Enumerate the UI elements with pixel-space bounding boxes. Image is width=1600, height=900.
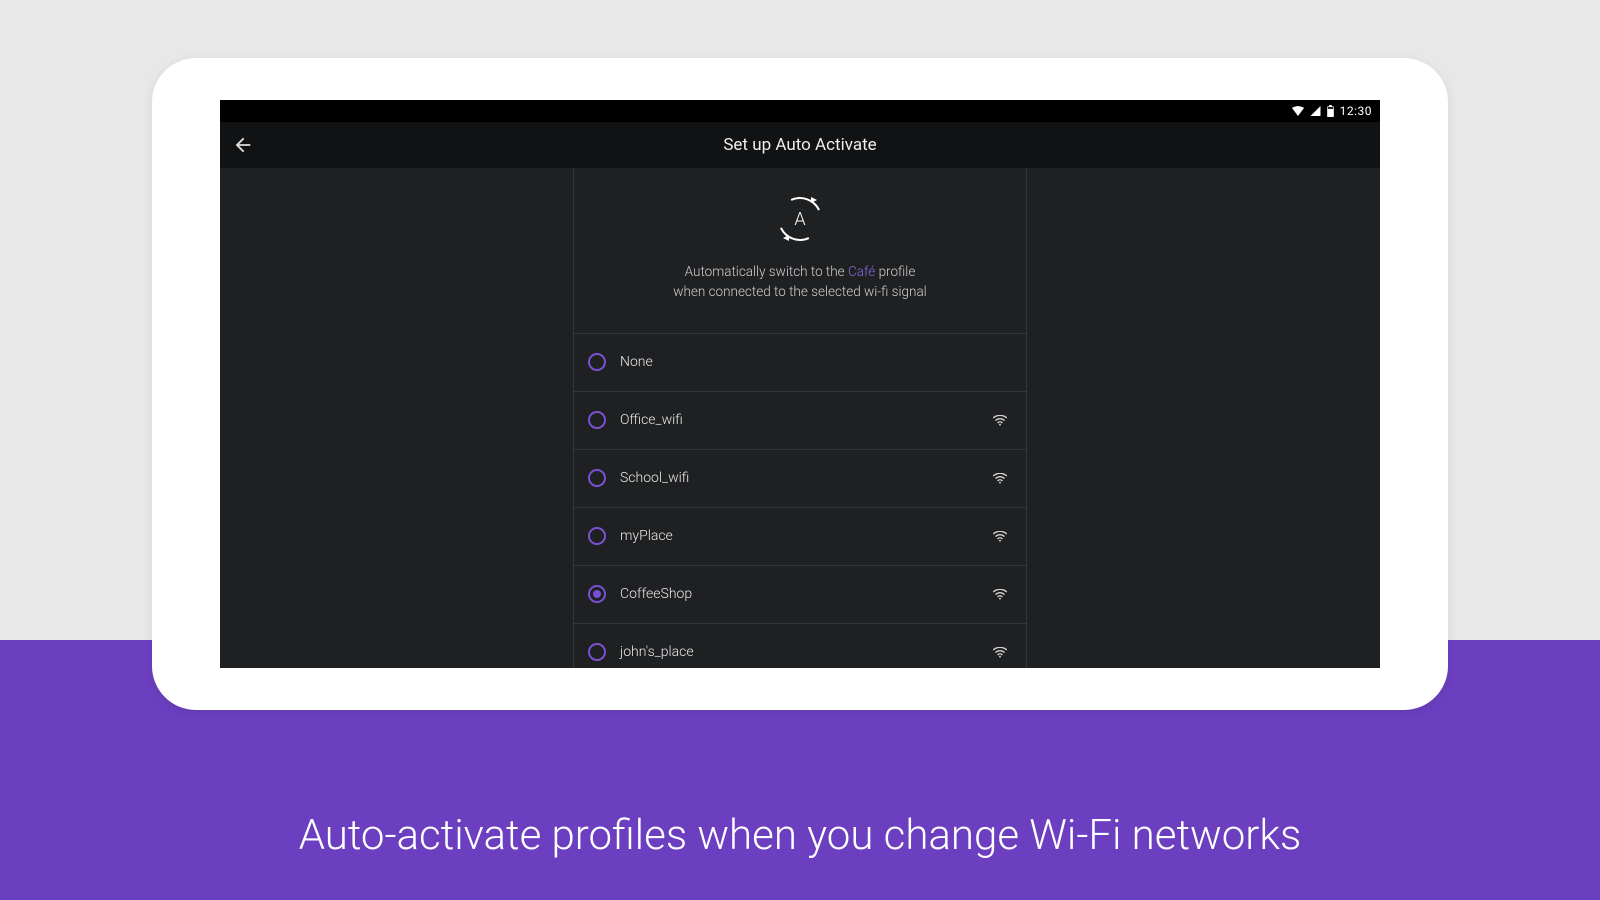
- radio-button[interactable]: [588, 469, 606, 487]
- wifi-signal-icon: [992, 528, 1008, 544]
- wifi-status-icon: [1292, 106, 1304, 116]
- wifi-option-label: School_wifi: [620, 470, 978, 486]
- wifi-option-label: CoffeeShop: [620, 586, 978, 602]
- cell-signal-icon: [1310, 106, 1321, 116]
- battery-icon: [1327, 105, 1334, 117]
- wifi-signal-icon: [992, 412, 1008, 428]
- wifi-option-label: john's_place: [620, 644, 978, 660]
- intro-profile-name: Café: [848, 264, 875, 280]
- left-empty-pane: [220, 168, 573, 668]
- wifi-option-label: myPlace: [620, 528, 978, 544]
- radio-button[interactable]: [588, 643, 606, 661]
- wifi-signal-icon: [992, 586, 1008, 602]
- promo-caption: Auto-activate profiles when you change W…: [299, 811, 1302, 860]
- screen-title: Set up Auto Activate: [220, 135, 1380, 155]
- wifi-signal-icon: [992, 470, 1008, 486]
- radio-button[interactable]: [588, 353, 606, 371]
- intro-text: Automatically switch to the Café profile…: [596, 262, 1004, 303]
- wifi-option-label: None: [620, 354, 1008, 370]
- status-clock: 12:30: [1340, 104, 1372, 118]
- wifi-option-row[interactable]: CoffeeShop: [574, 566, 1026, 624]
- wifi-option-row[interactable]: None: [574, 334, 1026, 392]
- app-action-bar: Set up Auto Activate: [220, 122, 1380, 168]
- wifi-network-list: None Office_wifi School_wifi myPlace CoffeeS…: [574, 334, 1026, 669]
- radio-button[interactable]: [588, 411, 606, 429]
- radio-button[interactable]: [588, 527, 606, 545]
- intro-line1-after: profile: [875, 264, 915, 280]
- wifi-option-row[interactable]: john's_place: [574, 624, 1026, 669]
- wifi-option-row[interactable]: Office_wifi: [574, 392, 1026, 450]
- back-button[interactable]: [220, 122, 266, 168]
- right-empty-pane: [1027, 168, 1380, 668]
- tablet-screen: 12:30 Set up Auto Activate A: [220, 100, 1380, 668]
- auto-activate-icon: A: [775, 194, 825, 244]
- tablet-frame: 12:30 Set up Auto Activate A: [152, 58, 1448, 710]
- intro-line1-before: Automatically switch to the: [685, 264, 848, 280]
- android-status-bar: 12:30: [220, 100, 1380, 122]
- center-pane: A Automatically switch to the Café profi…: [573, 168, 1027, 668]
- arrow-back-icon: [232, 134, 254, 156]
- wifi-signal-icon: [992, 644, 1008, 660]
- intro-block: A Automatically switch to the Café profi…: [574, 168, 1026, 334]
- radio-button[interactable]: [588, 585, 606, 603]
- auto-icon-letter: A: [775, 194, 825, 244]
- content-columns: A Automatically switch to the Café profi…: [220, 168, 1380, 668]
- wifi-option-row[interactable]: myPlace: [574, 508, 1026, 566]
- wifi-option-row[interactable]: School_wifi: [574, 450, 1026, 508]
- intro-line2: when connected to the selected wi-fi sig…: [673, 284, 926, 300]
- wifi-option-label: Office_wifi: [620, 412, 978, 428]
